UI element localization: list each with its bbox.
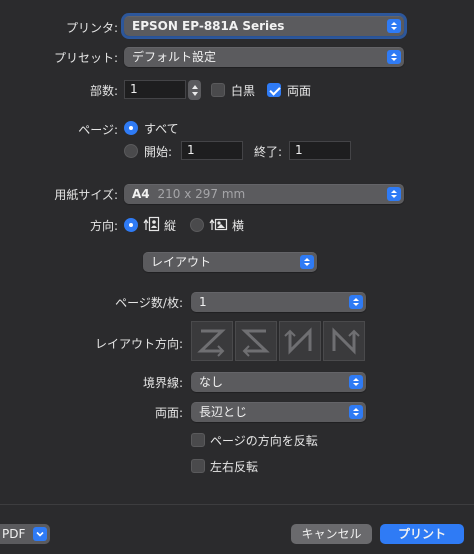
landscape-label: 横: [232, 219, 245, 233]
pages-from-label: 開始:: [144, 145, 173, 159]
updown-chevron-icon: [387, 19, 401, 33]
copies-field[interactable]: 1: [124, 80, 186, 99]
orientation-label: 方向:: [89, 219, 118, 233]
bw-checkbox[interactable]: [211, 83, 225, 97]
copies-stepper[interactable]: [188, 80, 201, 100]
preset-label: プリセット:: [53, 51, 118, 65]
paper-size-label: 用紙サイズ:: [54, 188, 118, 202]
landscape-radio[interactable]: [190, 218, 204, 232]
pages-per-sheet-popup[interactable]: 1: [191, 292, 366, 312]
pages-range-radio[interactable]: [124, 144, 138, 158]
pages-to-label: 終了:: [254, 145, 283, 159]
updown-chevron-icon: [300, 255, 314, 269]
copies-label: 部数:: [89, 84, 118, 98]
flip-horizontal-checkbox[interactable]: [191, 459, 205, 473]
reverse-orientation-checkbox[interactable]: [191, 433, 205, 447]
printer-label: プリンタ:: [65, 21, 118, 35]
z-direction-icon: [197, 329, 226, 357]
border-label: 境界線:: [142, 376, 183, 390]
pages-all-radio[interactable]: [124, 121, 138, 135]
pages-all-label: すべて: [144, 122, 179, 136]
duplex-label: 両面: [287, 84, 312, 98]
section-popup[interactable]: レイアウト: [143, 252, 317, 272]
paper-size-popup[interactable]: A4 210 x 297 mm: [124, 184, 404, 204]
bw-label: 白黒: [231, 84, 256, 98]
layout-direction-n-option[interactable]: [279, 321, 321, 361]
chevron-down-icon: [33, 527, 47, 541]
updown-chevron-icon: [349, 375, 363, 389]
layout-direction-reverse-z-option[interactable]: [235, 321, 277, 361]
printer-value: EPSON EP-881A Series: [132, 19, 285, 33]
updown-chevron-icon: [387, 187, 401, 201]
border-popup[interactable]: なし: [191, 372, 366, 392]
duplex-checkbox[interactable]: [267, 83, 281, 97]
section-popup-value: レイアウト: [151, 255, 212, 269]
duplex-binding-popup[interactable]: 長辺とじ: [191, 402, 366, 422]
updown-chevron-icon: [349, 295, 363, 309]
duplex-binding-label: 両面:: [154, 406, 183, 420]
flip-horizontal-label: 左右反転: [210, 460, 259, 474]
portrait-label: 縦: [164, 219, 177, 233]
portrait-radio[interactable]: [124, 218, 138, 232]
preset-value: デフォルト設定: [132, 50, 217, 64]
pages-from-field[interactable]: 1: [181, 141, 243, 160]
reverse-orientation-label: ページの方向を反転: [210, 434, 318, 448]
pdf-label: PDF: [2, 527, 26, 541]
paper-size-dims: 210 x 297 mm: [157, 187, 246, 201]
landscape-orientation-icon: [208, 215, 228, 233]
layout-direction-reverse-n-option[interactable]: [323, 321, 365, 361]
updown-chevron-icon: [387, 50, 401, 64]
paper-size-name: A4: [132, 187, 150, 201]
pages-per-sheet-value: 1: [199, 295, 207, 309]
reverse-n-direction-icon: [332, 327, 360, 355]
updown-chevron-icon: [349, 405, 363, 419]
layout-direction-label: レイアウト方向:: [94, 337, 183, 351]
pages-per-sheet-label: ページ数/枚:: [115, 296, 183, 310]
n-direction-icon: [284, 327, 312, 355]
border-value: なし: [199, 375, 224, 389]
footer-separator: [0, 504, 474, 505]
preset-popup[interactable]: デフォルト設定: [124, 47, 404, 67]
cancel-button[interactable]: キャンセル: [291, 524, 372, 544]
layout-direction-z-option[interactable]: [191, 321, 233, 361]
pages-label: ページ:: [78, 123, 118, 137]
reverse-z-direction-icon: [241, 329, 270, 357]
portrait-orientation-icon: [142, 215, 160, 233]
printer-popup[interactable]: EPSON EP-881A Series: [121, 13, 407, 39]
pages-to-field[interactable]: 1: [289, 141, 351, 160]
pdf-menu-button[interactable]: PDF: [0, 524, 50, 544]
duplex-binding-value: 長辺とじ: [199, 405, 248, 419]
print-button[interactable]: プリント: [380, 524, 464, 544]
